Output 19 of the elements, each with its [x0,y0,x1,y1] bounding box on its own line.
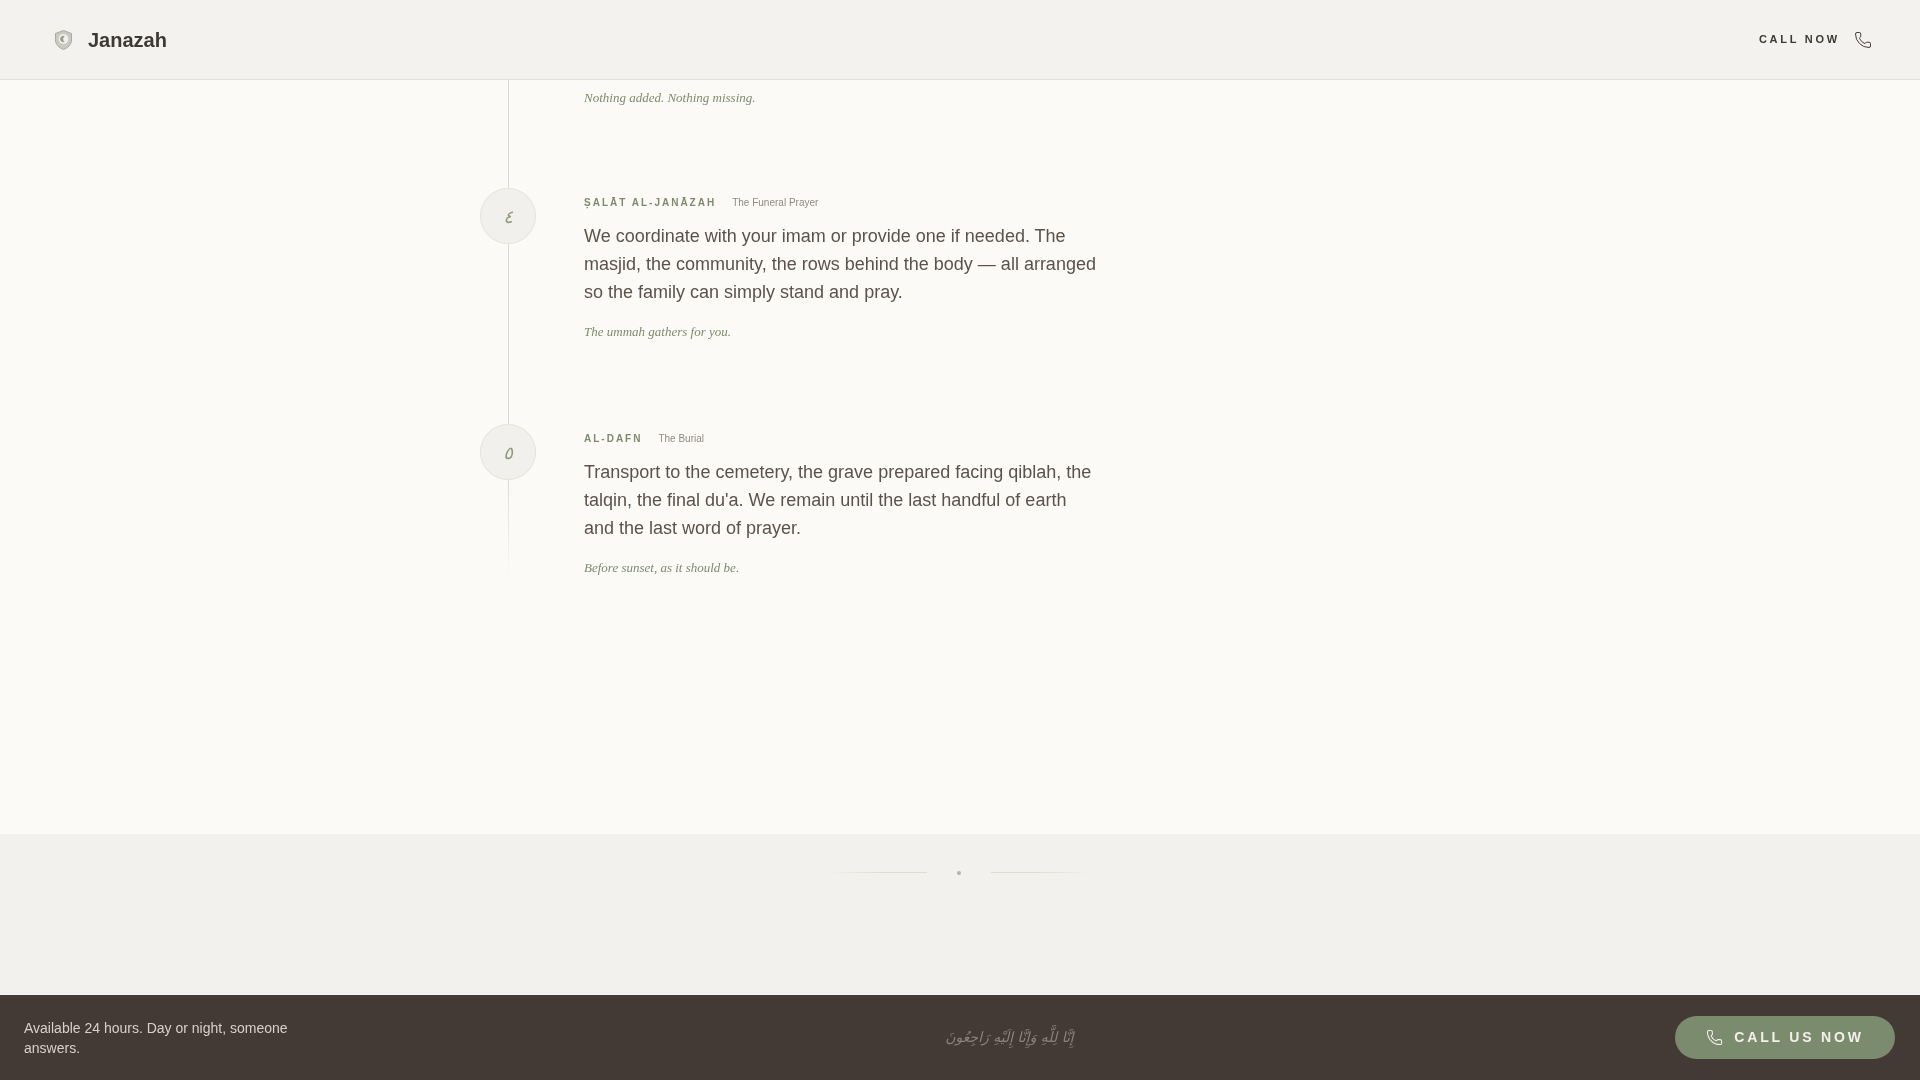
step-number: ٤ [480,188,536,244]
ornament-dot-icon [957,870,961,875]
step-number: ٥ [480,424,536,480]
phone-icon [1706,1029,1724,1046]
crescent-shield-icon [54,29,73,50]
step-title: AL-DAFN [584,432,643,446]
step-description: We coordinate with your imam or provide one if needed. The masjid, the community, the rows behind the body — all arranged so the family can simply stand and pray. [584,225,1097,304]
step-subtitle: The Funeral Prayer [732,196,819,210]
phone-icon [1854,30,1872,49]
call-now-link[interactable]: CALL NOW [1758,30,1872,49]
availability-text: Available 24 hours. Day or night, someone answers. [24,1018,289,1058]
step-title: ṢALĀT AL-JANĀZAH [584,196,717,210]
step-tagline: The ummah gathers for you. [584,323,731,341]
brand-name: Janazah [88,27,167,53]
step-tagline: Before sunset, as it should be. [584,559,740,577]
step-subtitle: The Burial [658,432,704,446]
arabic-phrase: إِنَّا لِلَّهِ وَإِنَّا إِلَيْهِ رَاجِعُونَ [945,1027,1074,1048]
step-tagline: Nothing added. Nothing missing. [584,89,756,107]
step-description: Transport to the cemetery, the grave prepared facing qiblah, the talqin, the final du'a. We remain until the last handful of earth and the last word of prayer. [584,461,1093,540]
